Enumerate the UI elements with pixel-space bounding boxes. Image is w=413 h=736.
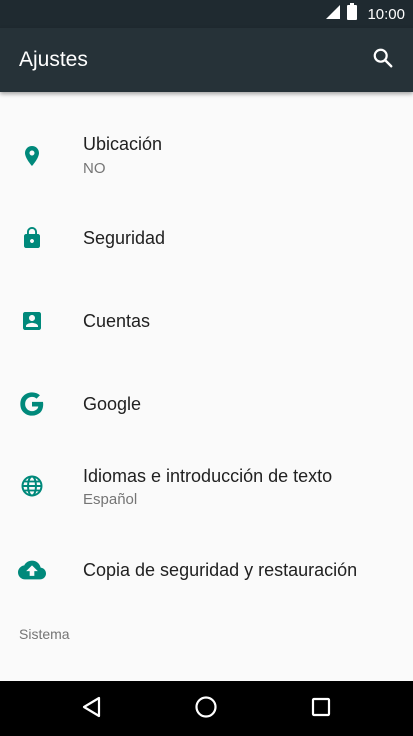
globe-icon bbox=[18, 472, 46, 500]
battery-icon bbox=[347, 3, 358, 25]
setting-subtitle: NO bbox=[83, 160, 106, 177]
account-box-icon bbox=[18, 307, 46, 335]
setting-title: Idiomas e introducción de texto bbox=[83, 466, 333, 486]
status-time: 10:00 bbox=[367, 5, 405, 23]
setting-item-google[interactable]: Google bbox=[0, 370, 413, 440]
google-icon bbox=[18, 390, 46, 418]
page-title: Ajustes bbox=[19, 48, 88, 71]
section-header-sistema: Sistema bbox=[19, 626, 70, 642]
setting-title: Copia de seguridad y restauración bbox=[83, 560, 358, 580]
setting-subtitle: Español bbox=[83, 491, 138, 508]
lock-icon bbox=[18, 224, 46, 252]
setting-title: Seguridad bbox=[83, 228, 166, 248]
navigation-bar bbox=[0, 681, 413, 736]
setting-item-languages[interactable]: Idiomas e introducción de texto Español bbox=[0, 446, 413, 526]
settings-screen: 10:00 Ajustes Ubicación NO Seguridad Cue… bbox=[0, 0, 413, 736]
app-bar: Ajustes bbox=[0, 28, 413, 92]
setting-item-security[interactable]: Seguridad bbox=[0, 204, 413, 274]
search-icon bbox=[372, 47, 394, 74]
setting-item-location[interactable]: Ubicación NO bbox=[0, 114, 413, 184]
setting-title: Ubicación bbox=[83, 134, 163, 154]
setting-title: Google bbox=[83, 394, 142, 414]
home-icon bbox=[194, 695, 218, 724]
back-button[interactable] bbox=[74, 691, 110, 727]
setting-item-backup[interactable]: Copia de seguridad y restauración bbox=[0, 538, 413, 608]
signal-icon bbox=[325, 4, 341, 25]
back-icon bbox=[81, 696, 103, 723]
setting-title: Cuentas bbox=[83, 311, 151, 331]
status-bar: 10:00 bbox=[0, 0, 413, 28]
cloud-upload-icon bbox=[18, 556, 46, 584]
recents-icon bbox=[311, 697, 331, 722]
setting-item-accounts[interactable]: Cuentas bbox=[0, 287, 413, 357]
location-icon bbox=[18, 142, 46, 170]
status-icons: 10:00 bbox=[325, 0, 405, 28]
search-button[interactable] bbox=[365, 42, 401, 78]
recents-button[interactable] bbox=[303, 691, 339, 727]
home-button[interactable] bbox=[188, 691, 224, 727]
